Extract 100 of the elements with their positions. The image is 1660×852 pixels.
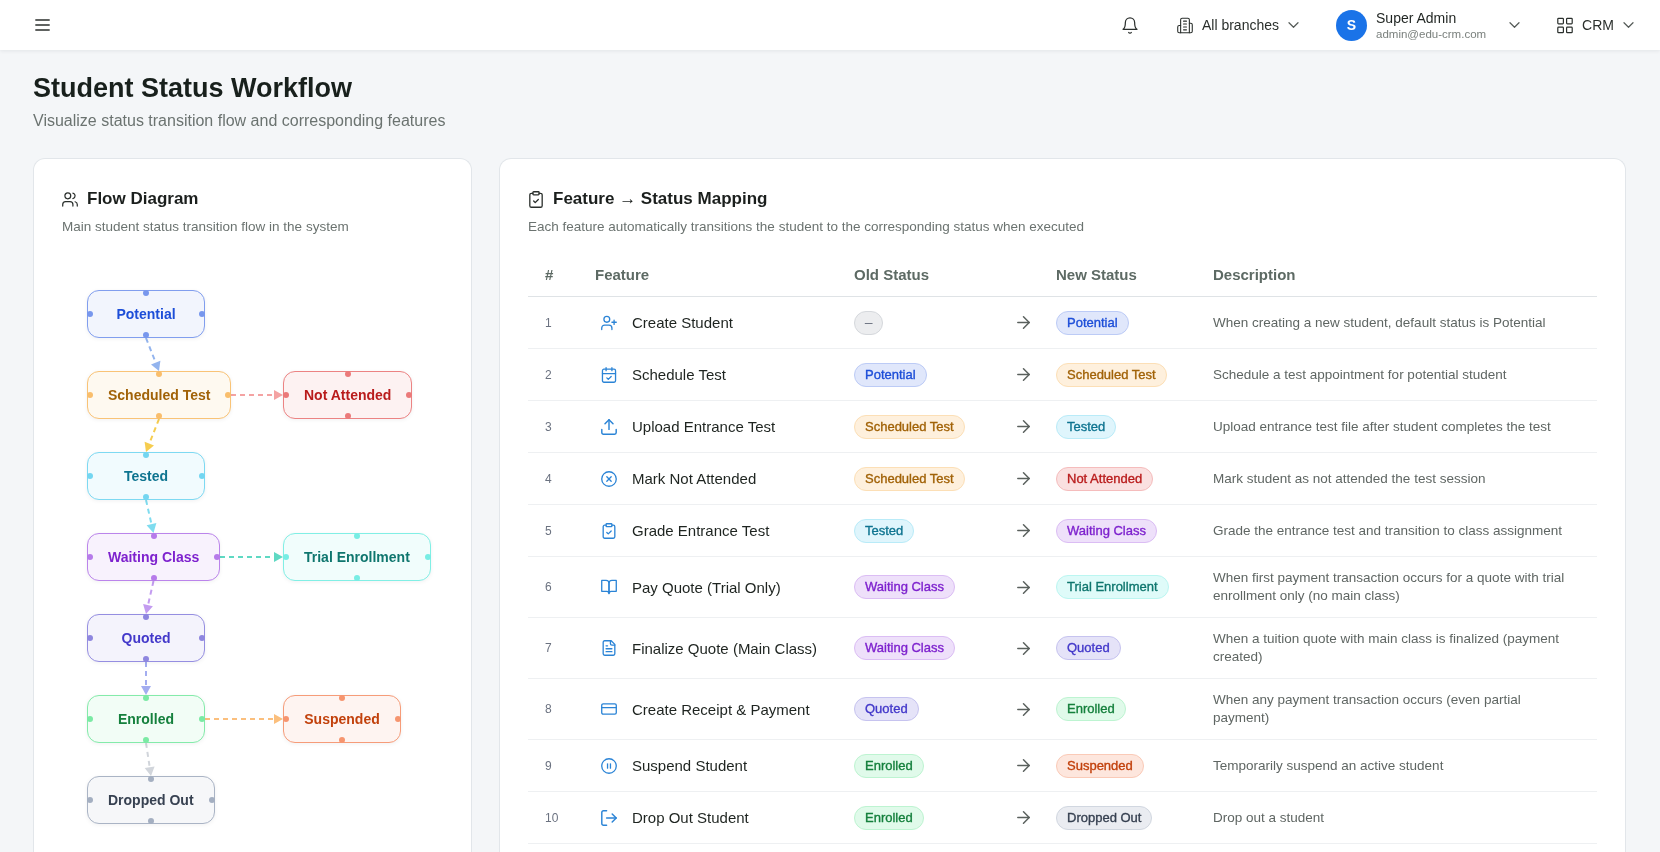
status-badge: Potential [1056,310,1129,335]
circle-x-icon [601,470,617,487]
status-badge: Scheduled Test [854,414,965,439]
person-plus-icon [601,314,617,331]
status-label: Tested [123,468,169,484]
feature-description: When a tuition quote with main class is finalized (payment created) [1213,630,1560,666]
row-number: 3 [544,419,552,434]
status-badge: Enrolled [854,805,924,830]
row-number: 5 [544,523,552,538]
feature-description: Grade the entrance test and transition to class assignment [1213,521,1562,540]
status-label: Quoted [121,630,171,646]
feature-name: Mark Not Attended [632,470,757,487]
column-header: # [544,265,554,283]
branch-selector[interactable]: All branches [1174,12,1301,38]
status-badge: Quoted [1056,636,1121,660]
status-label: Suspended [304,711,380,727]
upload-icon [601,418,617,435]
column-header: Old Status [854,265,929,283]
feature-description: Schedule a test appointment for potential student [1213,365,1507,384]
status-badge: Quoted [854,697,919,721]
feature-name: Suspend Student [632,757,748,774]
card-title: Feature → Status Mapping [553,188,768,210]
status-badge: Tested [854,518,915,543]
feature-description: When any payment transaction occurs (even partial payment) [1213,691,1522,727]
feature-name: Create Student [632,314,733,331]
status-badge: Dropped Out [1056,805,1153,830]
arrow-right-icon [1017,580,1030,594]
building-icon [1176,16,1193,34]
grid-icon [1557,16,1574,34]
arrow-right-icon [1017,759,1030,772]
status-label: Enrolled [118,711,174,727]
arrow-right-icon [1017,702,1030,716]
app-switcher[interactable]: CRM [1555,12,1636,38]
feature-name: Schedule Test [632,366,726,383]
column-header: Description [1213,265,1296,283]
card-title: Flow Diagram [87,188,199,210]
arrow-right-icon [1017,811,1030,824]
row-number: 10 [544,810,559,825]
status-label: Trial Enrollment [304,549,410,565]
row-number: 8 [544,702,552,716]
status-label: Not Attended [304,387,392,403]
row-number: 1 [544,315,552,330]
status-badge: Waiting Class [854,575,955,599]
pause-circle-icon [601,757,617,774]
row-number: 4 [544,471,552,486]
status-badge: Not Attended [1056,466,1154,491]
status-badge: Tested [1056,414,1117,439]
feature-description: Temporarily suspend an active student [1213,756,1444,775]
row-number: 9 [544,758,552,773]
arrow-right-icon [1017,368,1030,381]
feature-description: When creating a new student, default status is Potential [1213,313,1546,332]
status-badge: Scheduled Test [854,466,965,491]
user-avatar: S [1336,9,1367,41]
page-title: Student Status Workflow [33,72,353,105]
feature-name: Pay Quote (Trial Only) [632,578,781,596]
card-description: Main student status transition flow in the system [62,218,350,236]
arrow-right-icon [1017,524,1030,537]
page-subtitle: Visualize status transition flow and corresponding features [33,111,447,131]
menu-icon [35,19,50,31]
status-label: Waiting Class [108,549,200,565]
feature-description: When first payment transaction occurs for a quote with trial enrollment only (no main class) [1213,569,1566,605]
feature-name: Drop Out Student [632,809,749,826]
feature-description: Drop out a student [1213,808,1325,827]
card-description: Each feature automatically transitions the student to the corresponding status when executed [528,218,1086,236]
row-number: 6 [544,580,552,594]
row-number: 7 [544,641,552,655]
feature-description: Mark student as not attended the test session [1213,469,1486,488]
status-badge: Potential [854,362,927,387]
status-label: Dropped Out [108,792,194,808]
feature-name: Upload Entrance Test [632,418,776,435]
document-icon [601,640,617,656]
calendar-check-icon [601,366,617,383]
feature-name: Create Receipt & Payment [632,700,810,718]
status-badge: Waiting Class [854,636,955,660]
status-badge: Enrolled [1056,697,1126,721]
feature-name: Grade Entrance Test [632,522,770,539]
bell-icon [1121,16,1138,34]
status-badge: – [854,310,884,335]
arrow-right-icon [1017,472,1030,485]
status-badge: Waiting Class [1056,518,1157,543]
clipboard-check-icon [601,522,617,539]
credit-card-icon [601,701,617,717]
status-label: Potential [116,306,176,322]
feature-description: Upload entrance test file after student completes the test [1213,417,1551,436]
arrow-right-icon [1017,641,1030,655]
status-badge: Enrolled [854,753,924,778]
user-menu-button[interactable]: S Super Admin admin@edu-crm.com [1334,5,1523,45]
users-icon [62,190,78,208]
clipboard-check-icon [528,190,544,208]
row-number: 2 [544,367,552,382]
chevron-down-icon [1509,22,1521,28]
status-badge: Scheduled Test [1056,362,1167,387]
column-header: Feature [595,265,650,283]
status-label: Scheduled Test [108,387,211,403]
open-book-icon [601,579,617,595]
chevron-down-icon [1623,22,1634,28]
status-badge: Trial Enrollment [1056,575,1169,599]
feature-name: Finalize Quote (Main Class) [632,639,818,657]
arrow-right-icon [1017,420,1030,433]
column-header: New Status [1056,265,1137,283]
